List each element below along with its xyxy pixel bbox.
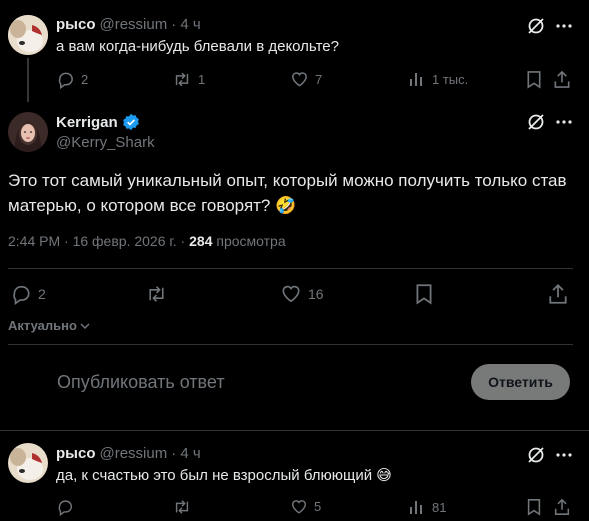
share-icon[interactable]: [548, 283, 568, 305]
bookmark-icon[interactable]: [525, 70, 543, 89]
post-timestamp[interactable]: 2:44 PM · 16 февр. 2026 г. ·: [8, 233, 189, 249]
post-text: да, к счастью это был не взрослый блюющи…: [56, 466, 392, 484]
bookmark-icon[interactable]: [414, 283, 434, 305]
grok-icon[interactable]: [526, 112, 546, 132]
heart-icon: [290, 498, 308, 515]
author-name[interactable]: Kerrigan: [56, 114, 118, 131]
author-name[interactable]: рысо: [56, 445, 95, 462]
views-button[interactable]: 1 тыс.: [408, 70, 468, 88]
like-count: 16: [308, 285, 324, 302]
more-icon[interactable]: [554, 445, 574, 465]
post-text: а вам когда-нибудь блевали в декольте?: [56, 38, 339, 55]
post-text: Это тот самый уникальный опыт, который м…: [8, 168, 583, 218]
retweet-button[interactable]: 1: [172, 70, 205, 89]
post-text-line: да, к счастью это был не взрослый блюющи…: [56, 467, 373, 484]
views-count: 81: [432, 499, 447, 515]
heart-icon: [280, 283, 302, 304]
reply-submit-button[interactable]: Ответить: [471, 364, 570, 400]
share-icon[interactable]: [553, 70, 571, 89]
views-icon: [408, 498, 426, 516]
post-text-line: матерью, о котором все говорят?: [8, 196, 271, 215]
avatar[interactable]: [8, 112, 48, 152]
heart-icon: [290, 70, 309, 88]
reply-icon[interactable]: [56, 498, 74, 516]
sort-dropdown[interactable]: Актуально: [8, 318, 91, 333]
retweet-count: 1: [198, 72, 206, 87]
reply-icon: [10, 283, 32, 305]
more-icon[interactable]: [554, 16, 574, 36]
views-count: 284: [189, 233, 213, 249]
post-time[interactable]: · 4 ч: [171, 445, 201, 462]
reply-button[interactable]: 2: [10, 283, 46, 305]
divider: [8, 268, 573, 269]
post-time[interactable]: · 4 ч: [171, 16, 201, 33]
more-icon[interactable]: [554, 112, 574, 132]
views-button[interactable]: 81: [408, 498, 446, 516]
author-handle[interactable]: @Kerry_Shark: [56, 134, 155, 151]
views-count: 1 тыс.: [432, 71, 469, 87]
retweet-icon[interactable]: [145, 283, 168, 305]
share-icon[interactable]: [553, 498, 571, 516]
reply-count: 2: [81, 72, 89, 87]
views-label: просмотра: [212, 233, 286, 249]
views-icon: [408, 70, 426, 88]
author-name[interactable]: рысо: [56, 16, 95, 33]
author-handle[interactable]: @ressium: [99, 16, 167, 33]
like-button[interactable]: 5: [290, 498, 321, 515]
reply-input[interactable]: Опубликовать ответ: [57, 372, 225, 393]
thread-line: [27, 58, 29, 102]
post-meta: 2:44 PM · 16 февр. 2026 г. · 284 просмот…: [8, 233, 286, 249]
author-handle[interactable]: @ressium: [99, 445, 167, 462]
like-count: 5: [314, 499, 322, 514]
reply-count: 2: [38, 286, 46, 302]
reply-button[interactable]: 2: [56, 70, 88, 89]
divider: [8, 344, 573, 345]
like-button[interactable]: 7: [290, 70, 322, 88]
retweet-icon: [172, 70, 192, 89]
grok-icon[interactable]: [526, 16, 546, 36]
bookmark-icon[interactable]: [525, 498, 543, 516]
avatar[interactable]: [8, 443, 48, 483]
chevron-down-icon: [79, 320, 91, 332]
retweet-icon[interactable]: [172, 498, 192, 516]
reply-icon: [56, 70, 75, 89]
post-text-line: Это тот самый уникальный опыт, который м…: [8, 171, 567, 190]
grok-icon[interactable]: [526, 445, 546, 465]
avatar[interactable]: [8, 15, 48, 55]
like-count: 7: [315, 71, 323, 87]
sweat-smile-emoji: 😅: [376, 467, 392, 484]
divider: [0, 430, 589, 431]
rofl-emoji: 🤣: [275, 196, 297, 215]
sort-label: Актуально: [8, 318, 77, 333]
verified-badge-icon[interactable]: [122, 113, 140, 131]
like-button[interactable]: 16: [280, 283, 324, 304]
